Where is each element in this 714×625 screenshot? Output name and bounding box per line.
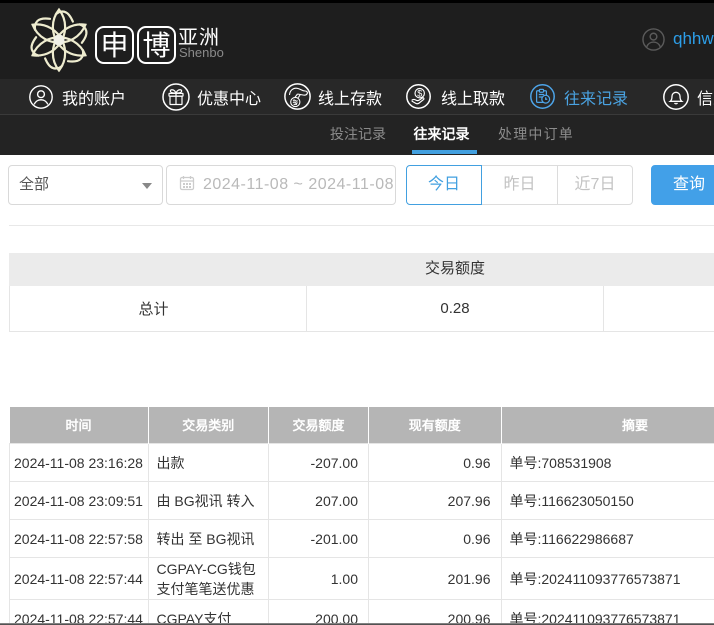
svg-text:$: $ (417, 88, 422, 98)
